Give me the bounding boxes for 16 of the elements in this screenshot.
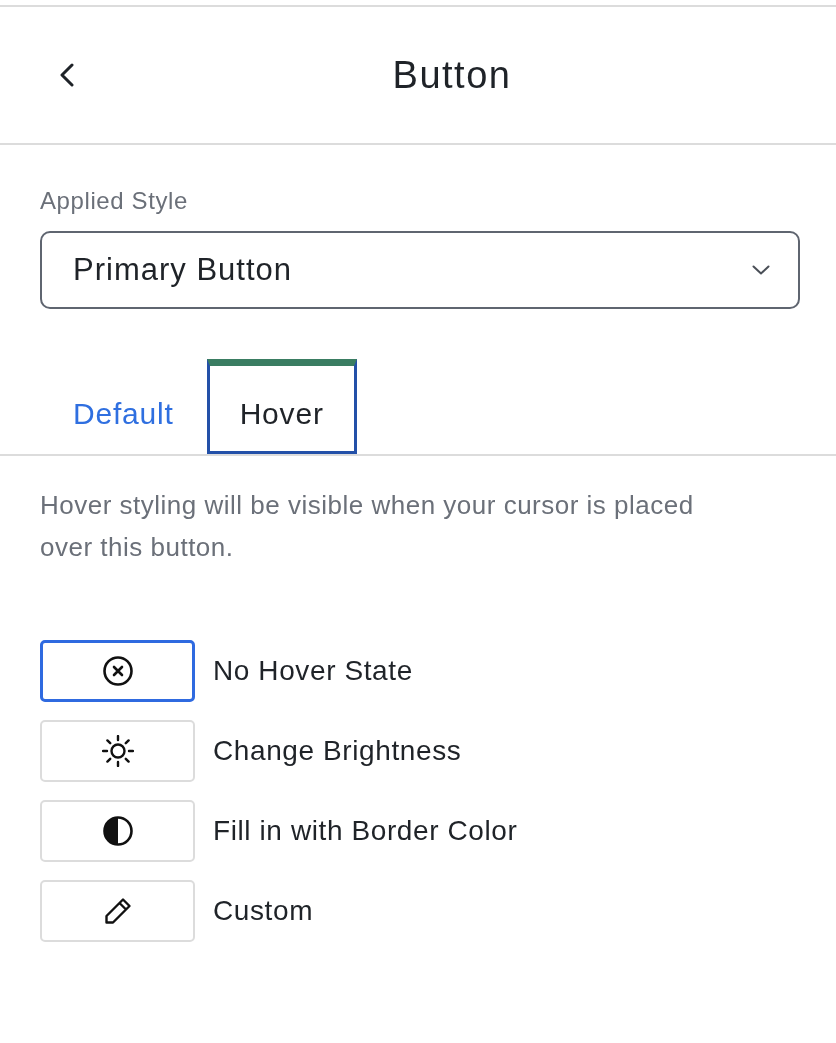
- x-circle-icon: [102, 656, 133, 686]
- field-label: Applied Style: [40, 187, 188, 215]
- option-label: No Hover State: [213, 655, 413, 687]
- page-title: Button: [392, 53, 512, 97]
- tab[interactable]: Hover: [206, 359, 357, 454]
- pencil-icon: [103, 897, 132, 925]
- option-label: Change Brightness: [213, 735, 462, 767]
- style-select[interactable]: Primary Button: [40, 231, 800, 309]
- chevron-down-icon: [752, 265, 770, 275]
- option-label: Custom: [213, 895, 314, 927]
- option-label: Fill in with Border Color: [213, 815, 518, 847]
- option-button[interactable]: [40, 640, 195, 702]
- description-text: Hover styling will be visible when your cursor is placed over this button.: [40, 489, 695, 564]
- half-circle-icon: [102, 816, 133, 846]
- sun-icon: [101, 735, 134, 767]
- chevron-left-icon: [60, 63, 74, 87]
